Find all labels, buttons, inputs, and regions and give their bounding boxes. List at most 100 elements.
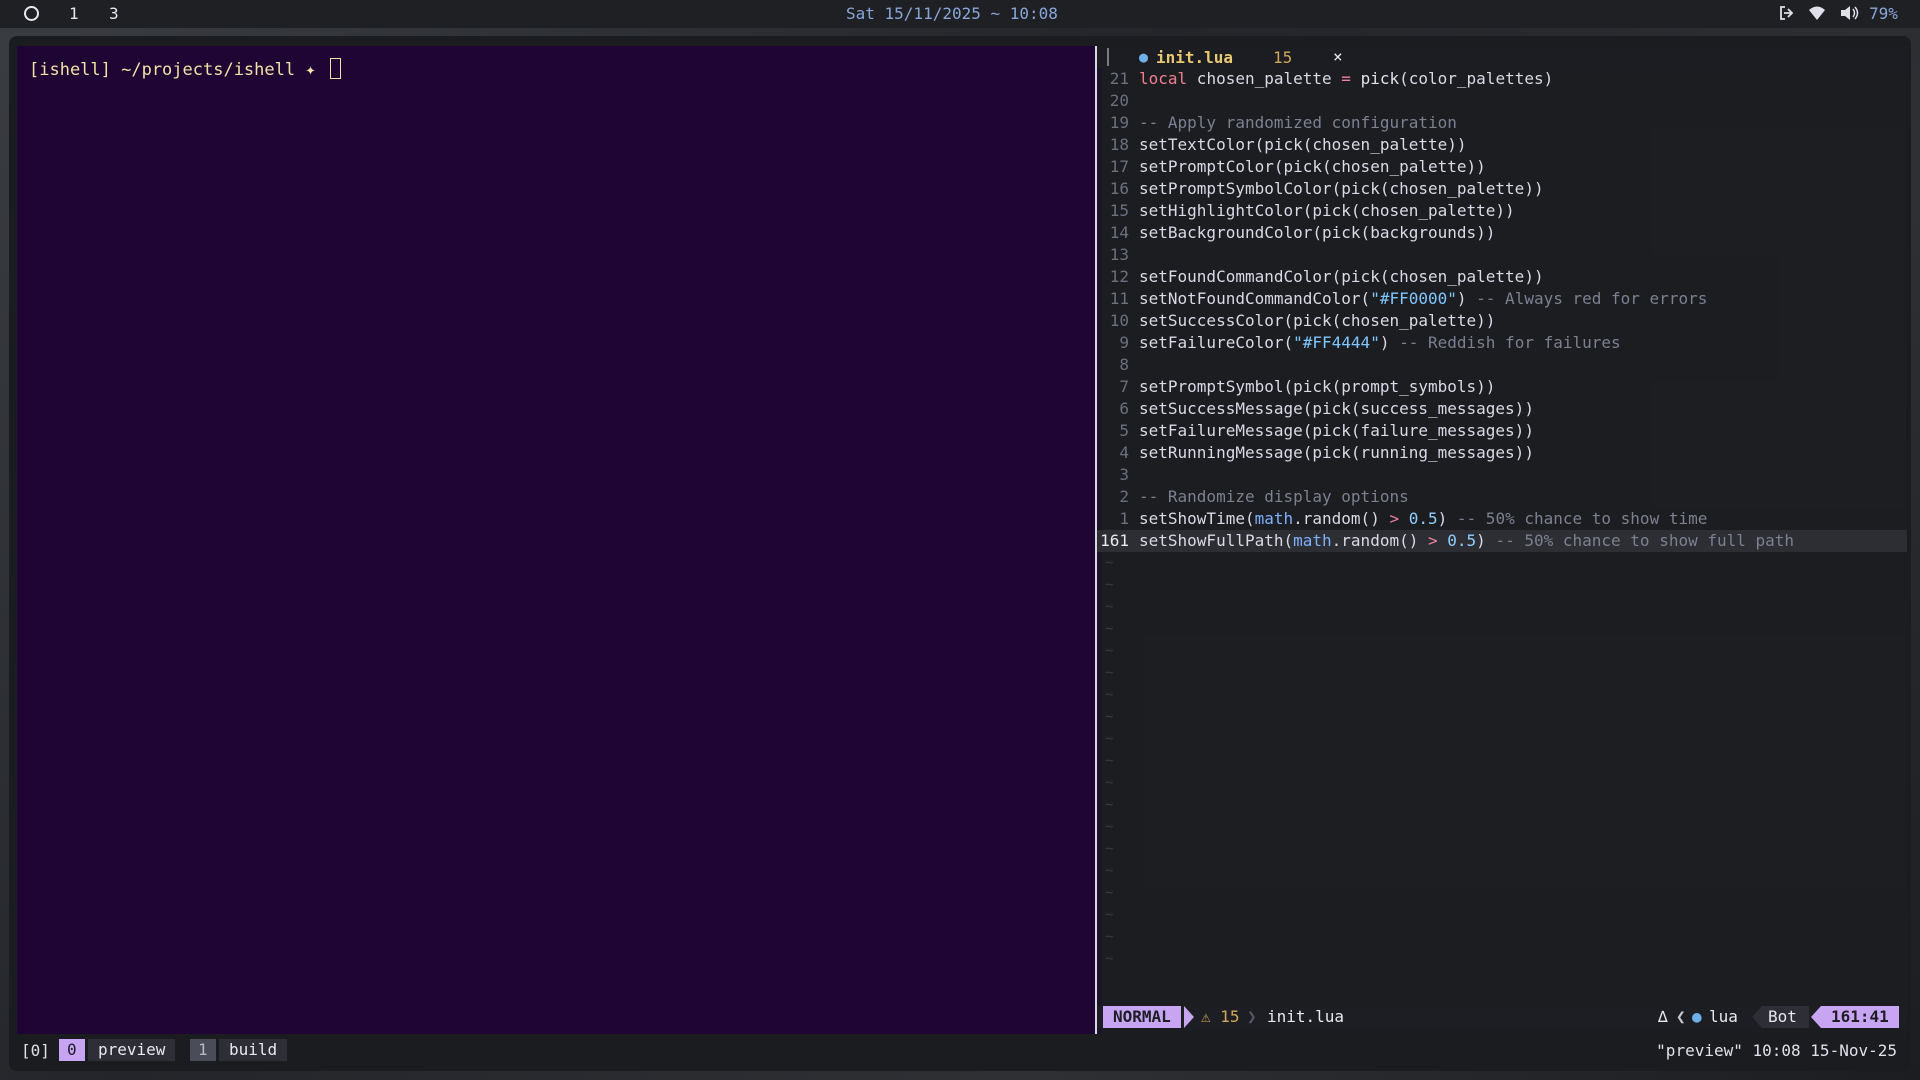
line-number: 14: [1109, 223, 1129, 242]
tmux-status-right: "preview" 10:08 15-Nov-25: [1656, 1041, 1897, 1060]
line-number: 8: [1119, 355, 1129, 374]
tilde-line: ~: [1097, 860, 1907, 882]
line-number: 9: [1119, 333, 1129, 352]
tmux-window-1-index[interactable]: 1: [190, 1039, 216, 1061]
tmux-session[interactable]: [0]: [21, 1041, 50, 1060]
tilde-line: ~: [1097, 904, 1907, 926]
code-line: 14 setBackgroundColor(pick(backgrounds)): [1097, 222, 1907, 244]
close-icon[interactable]: ×: [1333, 47, 1343, 66]
tilde-line: ~: [1097, 706, 1907, 728]
tilde-marker: ~: [1105, 951, 1114, 967]
tilde-line: ~: [1097, 662, 1907, 684]
code-line: 9 setFailureColor("#FF4444") -- Reddish f…: [1097, 332, 1907, 354]
lua-icon: ●: [1139, 48, 1149, 66]
tilde-marker: ~: [1105, 775, 1114, 791]
code-text: local chosen_palette = pick(color_palett…: [1139, 69, 1554, 88]
scroll-position: Bot: [1762, 1006, 1809, 1028]
comment-full-path: -- 50% chance to show full path: [1495, 531, 1795, 550]
shell-prompt: [ishell] ~/projects/ishell ✦: [29, 58, 341, 80]
tilde-line: ~: [1097, 640, 1907, 662]
separator-icon: [1752, 1006, 1762, 1028]
code-comment: -- Apply randomized configuration: [1139, 113, 1457, 132]
line-number: 2: [1119, 487, 1129, 506]
tilde-marker: ~: [1105, 929, 1114, 945]
status-filename: init.lua: [1267, 1007, 1345, 1026]
line-number: 1: [1119, 509, 1129, 528]
tilde-marker: ~: [1105, 753, 1114, 769]
code-text: setSuccessColor(pick(chosen_palette)): [1139, 311, 1496, 330]
tilde-line: ~: [1097, 926, 1907, 948]
code-text: setRunningMessage(pick(running_messages)…: [1139, 443, 1534, 462]
code-text: setFoundCommandColor(pick(chosen_palette…: [1139, 267, 1544, 286]
code-line: 16 setPromptSymbolColor(pick(chosen_palet…: [1097, 178, 1907, 200]
tilde-marker: ~: [1105, 555, 1114, 571]
code-line: 7 setPromptSymbol(pick(prompt_symbols)): [1097, 376, 1907, 398]
code-line: 10 setSuccessColor(pick(chosen_palette)): [1097, 310, 1907, 332]
string-ff0000: "#FF0000": [1370, 289, 1457, 308]
code-line: 13: [1097, 244, 1907, 266]
line-number: 12: [1109, 267, 1129, 286]
comment-time: -- 50% chance to show time: [1456, 509, 1708, 528]
tilde-marker: ~: [1105, 731, 1114, 747]
string-ff4444: "#FF4444": [1293, 333, 1380, 352]
code-area[interactable]: 21 local chosen_palette = pick(color_pale…: [1097, 68, 1907, 970]
line-number: 15: [1109, 201, 1129, 220]
tilde-line: ~: [1097, 728, 1907, 750]
desktop: 1 3 Sat 15/11/2025 ~ 10:08 79% [ishell] …: [0, 0, 1920, 1080]
tab-init-lua[interactable]: init.lua: [1156, 48, 1233, 67]
battery-level: 79%: [1869, 4, 1898, 23]
tmux-window-0-index[interactable]: 0: [59, 1039, 85, 1061]
code-text: setPromptSymbolColor(pick(chosen_palette…: [1139, 179, 1544, 198]
comment-errors: -- Always red for errors: [1476, 289, 1708, 308]
code-comment: -- Randomize display options: [1139, 487, 1409, 506]
workspace-indicator-icon[interactable]: [24, 6, 39, 21]
line-number: 161: [1100, 531, 1129, 550]
line-number: 19: [1109, 113, 1129, 132]
code-line: 11 setNotFoundCommandColor("#FF0000") -- …: [1097, 288, 1907, 310]
delta-icon: ∆: [1658, 1007, 1668, 1026]
code-line: 19 -- Apply randomized configuration: [1097, 112, 1907, 134]
warning-count[interactable]: ⚠ 15: [1201, 1006, 1240, 1028]
empty-buffer-lines: ~ ~ ~ ~ ~ ~ ~ ~ ~ ~ ~ ~ ~ ~ ~ ~ ~ ~ ~: [1097, 552, 1907, 970]
fn-pick: pick: [1360, 69, 1400, 88]
separator-icon: ❯: [1247, 1007, 1257, 1026]
mode-indicator: NORMAL: [1103, 1006, 1181, 1028]
workspace-1[interactable]: 1: [69, 4, 79, 23]
tilde-marker: ~: [1105, 665, 1114, 681]
workspace-3[interactable]: 3: [109, 4, 119, 23]
editor-tabline: ● init.lua 15 ×: [1097, 46, 1907, 68]
line-number: 3: [1119, 465, 1129, 484]
wifi-icon[interactable]: [1808, 4, 1826, 26]
tmux-window-preview[interactable]: preview: [88, 1039, 176, 1061]
kw-local: local: [1139, 69, 1188, 88]
shell-pane[interactable]: [ishell] ~/projects/ishell ✦: [17, 46, 1102, 1034]
code-text: setSuccessMessage(pick(success_messages)…: [1139, 399, 1534, 418]
comment-failures: -- Reddish for failures: [1399, 333, 1621, 352]
code-text: setNotFoundCommandColor("#FF0000") -- Al…: [1139, 289, 1708, 308]
code-line: 3: [1097, 464, 1907, 486]
op-assign: =: [1341, 69, 1351, 88]
line-number: 18: [1109, 135, 1129, 154]
line-number: 11: [1109, 289, 1129, 308]
editor-pane[interactable]: ● init.lua 15 × 21 local chosen_palette =…: [1097, 46, 1907, 1034]
lua-icon: ●: [1692, 1007, 1702, 1026]
tilde-line: ~: [1097, 684, 1907, 706]
line-number: 20: [1109, 91, 1129, 110]
code-line: 20: [1097, 90, 1907, 112]
code-text: setHighlightColor(pick(chosen_palette)): [1139, 201, 1515, 220]
line-number: 21: [1109, 69, 1129, 88]
tilde-marker: ~: [1105, 687, 1114, 703]
clock[interactable]: Sat 15/11/2025 ~ 10:08: [846, 4, 1058, 23]
tmux-window-build[interactable]: build: [219, 1039, 288, 1061]
tilde-marker: ~: [1105, 863, 1114, 879]
tilde-line: ~: [1097, 618, 1907, 640]
tilde-line: ~: [1097, 838, 1907, 860]
volume-icon[interactable]: [1839, 4, 1859, 26]
line-number: 4: [1119, 443, 1129, 462]
code-text: setBackgroundColor(pick(backgrounds)): [1139, 223, 1496, 242]
terminal-window: [ishell] ~/projects/ishell ✦ ● init.lua …: [9, 36, 1911, 1071]
tilde-line: ~: [1097, 552, 1907, 574]
code-line: 15 setHighlightColor(pick(chosen_palette)…: [1097, 200, 1907, 222]
logout-icon[interactable]: [1778, 4, 1796, 26]
tilde-line: ~: [1097, 794, 1907, 816]
